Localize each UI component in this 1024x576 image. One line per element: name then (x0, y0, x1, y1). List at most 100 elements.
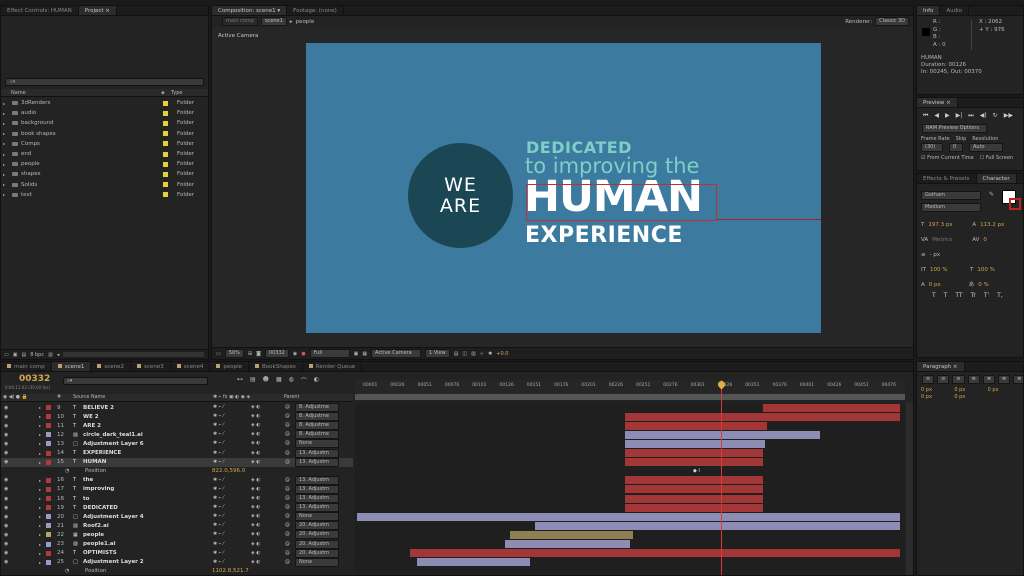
stopwatch-icon[interactable]: ◔ (65, 568, 69, 574)
layer-switches-icon[interactable]: ✱ ⌁ ⁄ (213, 523, 224, 528)
first-frame-icon[interactable]: ⏮ (923, 112, 928, 120)
layer-label-color[interactable] (46, 505, 51, 511)
layer-switches-icon[interactable]: ✱ ⌁ ⁄ (213, 496, 224, 501)
trash-icon[interactable]: ▥ (48, 352, 53, 358)
layer-duration-bar[interactable] (410, 549, 900, 558)
layer-name[interactable]: Adjustment Layer 4 (83, 514, 144, 520)
layer-label-color[interactable] (46, 423, 51, 429)
expand-arrow-icon[interactable]: ▸ (39, 441, 41, 446)
horizontal-scale-field[interactable]: 100 % (977, 263, 994, 278)
timeline-search-input[interactable]: ⌕▾ (63, 377, 208, 385)
parent-dropdown[interactable]: 8. Adjustme (295, 430, 339, 440)
expand-arrow-icon[interactable]: ▸ (39, 423, 41, 428)
layer-name[interactable]: Adjustment Layer 6 (83, 441, 144, 447)
layer-label-color[interactable] (46, 450, 51, 456)
layer-3d-switch-icon[interactable]: ◈ ◐ (251, 542, 260, 547)
comp-canvas[interactable]: WE ARE DEDICATED to improving the HUMAN … (306, 43, 821, 333)
expand-arrow-icon[interactable]: ▸ (39, 542, 41, 547)
timeline-timecode[interactable]: 00332 (19, 374, 50, 384)
exposure-icon[interactable]: ✱ (488, 351, 492, 357)
layer-duration-bar[interactable] (357, 512, 900, 521)
new-comp-icon[interactable]: ▤ (21, 352, 26, 358)
motion-path[interactable] (716, 219, 821, 220)
layer-label-color[interactable] (46, 541, 51, 547)
layer-row[interactable]: ◉ ▸ 15 T HUMAN ✱ ⌁ ⁄ ◈ ◐ @13. Adjustm (1, 457, 353, 467)
tab-footage[interactable]: Footage: (none) (287, 6, 344, 15)
next-frame-icon[interactable]: ▶| (956, 112, 963, 120)
menu-icon[interactable]: ▾ (277, 8, 280, 14)
loop-icon[interactable]: ↻ (993, 112, 998, 120)
layer-label-color[interactable] (46, 405, 51, 410)
layer-duration-bar[interactable] (625, 421, 767, 430)
layer-row[interactable]: ◉ ▸ 11 T ARE 2 ✱ ⌁ ⁄ ◈ ◐ @8. Adjustme (1, 421, 353, 431)
layer-label-color[interactable] (46, 532, 51, 538)
column-name[interactable]: Name (1, 89, 161, 96)
interpret-footage-icon[interactable]: ▭ (4, 352, 9, 358)
visibility-eye-icon[interactable]: ◉ (4, 432, 8, 438)
layer-duration-bar[interactable] (625, 449, 763, 457)
layer-3d-switch-icon[interactable]: ◈ ◐ (251, 496, 260, 501)
project-item[interactable]: ▸ people Folder (1, 159, 208, 169)
indent-first-field[interactable]: 0 px (988, 387, 1019, 393)
layer-row[interactable]: ◉ ▸ 22 ▦ people ✱ ⌁ ⁄ ◈ ◐ @20. Adjustm (1, 530, 353, 540)
pickwhip-icon[interactable]: @ (285, 542, 290, 547)
parent-dropdown[interactable]: None (295, 557, 339, 567)
visibility-eye-icon[interactable]: ◉ (4, 423, 8, 429)
indent-left-field[interactable]: 0 px (921, 387, 952, 393)
resolution-dropdown[interactable]: Auto (969, 143, 1003, 152)
expand-arrow-icon[interactable]: ▸ (39, 478, 41, 483)
layer-duration-bar[interactable] (625, 439, 765, 448)
visibility-eye-icon[interactable]: ◉ (4, 514, 8, 520)
fast-preview-icon[interactable]: ◫ (462, 351, 467, 357)
layer-bounding-box[interactable] (526, 184, 717, 221)
expand-arrow-icon[interactable]: ▸ (39, 487, 41, 492)
pickwhip-icon[interactable]: @ (285, 487, 290, 492)
layer-3d-switch-icon[interactable]: ◈ ◐ (251, 414, 260, 419)
exposure-value[interactable]: +0.0 (496, 351, 508, 357)
pickwhip-icon[interactable]: @ (285, 441, 290, 446)
layer-duration-bar[interactable] (505, 540, 630, 548)
project-item[interactable]: ▸ Comps Folder (1, 139, 208, 149)
close-icon[interactable]: × (953, 364, 958, 370)
layer-name[interactable]: DEDICATED (83, 505, 118, 511)
layer-duration-bar[interactable] (625, 494, 763, 503)
expand-arrow-icon[interactable]: ▸ (39, 496, 41, 501)
layer-row[interactable]: ◉ ▸ 21 ▨ Roof2.ai ✱ ⌁ ⁄ ◈ ◐ @20. Adjustm (1, 521, 353, 531)
column-number[interactable]: # (57, 394, 61, 402)
label-color-swatch[interactable] (163, 171, 168, 177)
expand-arrow-icon[interactable]: ▸ (3, 141, 9, 146)
layer-duration-bar[interactable] (417, 558, 530, 567)
new-folder-icon[interactable]: ▣ (13, 352, 18, 358)
parent-dropdown[interactable]: 20. Adjustm (295, 521, 339, 531)
font-family-dropdown[interactable]: Gotham (921, 191, 981, 200)
motion-blur-icon[interactable]: ◍ (289, 376, 294, 385)
expand-arrow-icon[interactable]: ▸ (39, 560, 41, 565)
align-center-icon[interactable]: ≡ (937, 375, 950, 384)
kerning-field[interactable]: Metrics (932, 233, 968, 248)
layer-label-color[interactable] (46, 514, 51, 520)
layer-switches-icon[interactable]: ✱ ⌁ ⁄ (213, 441, 224, 446)
flowchart-icon[interactable]: ⊹ (480, 351, 484, 357)
layer-label-color[interactable] (46, 477, 51, 483)
layer-switches-icon[interactable]: ✱ ⌁ ⁄ (213, 505, 224, 510)
expand-arrow-icon[interactable]: ▸ (39, 523, 41, 528)
audio-icon[interactable]: ◀) (980, 112, 987, 120)
layer-switches-icon[interactable]: ✱ ⌁ ⁄ (213, 460, 224, 465)
view-layout-dropdown[interactable]: 1 View (425, 349, 450, 358)
always-preview-icon[interactable]: ▭ (216, 351, 221, 357)
property-row[interactable]: ◔ Position 822.0,596.0 (1, 466, 353, 476)
tracking-field[interactable]: 0 (983, 233, 987, 248)
subscript-icon[interactable]: T, (997, 292, 1003, 299)
last-frame-icon[interactable]: ⏭ (968, 112, 973, 120)
pickwhip-icon[interactable]: @ (285, 478, 290, 483)
label-color-swatch[interactable] (163, 110, 168, 116)
faux-italic-icon[interactable]: T (944, 292, 948, 299)
ram-preview-icon[interactable]: ▶▶ (1004, 112, 1013, 120)
eyedropper-icon[interactable]: ✎ (989, 191, 994, 198)
tsume-field[interactable]: 0 % (978, 278, 988, 293)
pickwhip-icon[interactable]: @ (285, 423, 290, 428)
layer-name[interactable]: BELIEVE 2 (83, 405, 114, 411)
layer-row[interactable]: ◉ ▸ 24 T OPTIMISTS ✱ ⌁ ⁄ ◈ ◐ @20. Adjustm (1, 548, 353, 558)
column-source-name[interactable]: Source Name (73, 394, 105, 402)
visibility-eye-icon[interactable]: ◉ (4, 559, 8, 565)
